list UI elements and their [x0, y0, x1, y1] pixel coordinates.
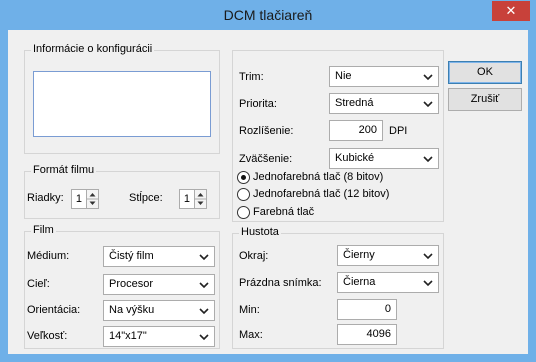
orientation-label: Orientácia: [27, 304, 81, 316]
priority-value: Stredná [335, 97, 374, 109]
film-format-group: Formát filmu Riadky: 1 Stĺpce: 1 [24, 164, 220, 219]
border-value: Čierny [343, 249, 375, 261]
chevron-down-icon [423, 101, 433, 108]
cols-value: 1 [183, 193, 190, 205]
chevron-down-icon [199, 254, 209, 261]
trim-select[interactable]: Nie [329, 66, 439, 87]
resolution-value: 200 [358, 124, 377, 136]
border-label: Okraj: [239, 250, 269, 262]
rows-value: 1 [75, 193, 82, 205]
dialog-body: Informácie o konfigurácii Formát filmu R… [8, 30, 528, 354]
empty-frame-value: Čierna [343, 276, 376, 288]
print-settings-group: Trim: Nie Priorita: Stredná Rozlíšenie: … [232, 50, 444, 222]
film-format-title: Formát filmu [31, 164, 97, 176]
medium-value: Čistý film [109, 250, 154, 262]
chevron-down-icon [199, 334, 209, 341]
chevron-down-icon [199, 282, 209, 289]
color-mode-color-label[interactable]: Farebná tlač [253, 206, 314, 218]
chevron-down-icon [423, 156, 433, 163]
medium-label: Médium: [27, 250, 70, 262]
color-mode-8bit-label[interactable]: Jednofarebná tlač (8 bitov) [253, 171, 383, 183]
film-group: Film Médium: Čistý film Cieľ: Procesor O… [24, 224, 220, 349]
dialog-window: DCM tlačiareň ✕ Informácie o konfiguráci… [0, 0, 536, 362]
rows-input[interactable]: 1 [71, 189, 87, 209]
target-label: Cieľ: [27, 278, 50, 290]
size-label: Veľkosť: [27, 330, 68, 342]
zoom-select[interactable]: Kubické [329, 148, 439, 169]
config-info-group: Informácie o konfigurácii [24, 43, 220, 154]
zoom-value: Kubické [335, 152, 375, 164]
chevron-down-icon [423, 280, 433, 287]
size-select[interactable]: 14"x17" [103, 326, 215, 347]
trim-value: Nie [335, 70, 352, 82]
empty-frame-select[interactable]: Čierna [337, 272, 439, 293]
medium-select[interactable]: Čistý film [103, 246, 215, 267]
close-icon[interactable]: ✕ [492, 1, 530, 21]
target-select[interactable]: Procesor [103, 274, 215, 295]
empty-frame-label: Prázdna snímka: [239, 277, 322, 289]
cancel-button[interactable]: Zrušiť [448, 88, 522, 111]
spin-arrows-icon [87, 193, 98, 205]
rows-label: Riadky: [27, 192, 64, 204]
title-bar[interactable]: DCM tlačiareň ✕ [0, 0, 536, 30]
cols-spin-icon[interactable] [194, 189, 207, 209]
film-title: Film [31, 224, 56, 236]
resolution-unit: DPI [389, 125, 408, 137]
min-label: Min: [239, 304, 260, 316]
config-info-title: Informácie o konfigurácii [31, 43, 155, 55]
resolution-input[interactable]: 200 [329, 120, 383, 141]
rows-spin-icon[interactable] [86, 189, 99, 209]
color-mode-8bit-radio[interactable] [237, 171, 250, 184]
trim-label: Trim: [239, 71, 264, 83]
color-mode-12bit-radio[interactable] [237, 188, 250, 201]
target-value: Procesor [109, 278, 154, 290]
max-value: 4096 [366, 328, 391, 340]
window-title: DCM tlačiareň [223, 7, 313, 23]
border-select[interactable]: Čierny [337, 245, 439, 266]
cols-input[interactable]: 1 [179, 189, 195, 209]
size-value: 14"x17" [109, 330, 147, 342]
chevron-down-icon [423, 74, 433, 81]
orientation-select[interactable]: Na výšku [103, 300, 215, 321]
zoom-label: Zväčšenie: [239, 153, 293, 165]
min-input[interactable]: 0 [337, 299, 397, 320]
spin-arrows-icon [195, 193, 206, 205]
min-value: 0 [384, 303, 391, 315]
color-mode-color-radio[interactable] [237, 206, 250, 219]
color-mode-12bit-label[interactable]: Jednofarebná tlač (12 bitov) [253, 188, 389, 200]
density-group: Hustota Okraj: Čierny Prázdna snímka: Či… [232, 226, 444, 349]
priority-label: Priorita: [239, 98, 277, 110]
max-label: Max: [239, 329, 263, 341]
cols-label: Stĺpce: [129, 192, 163, 204]
chevron-down-icon [423, 253, 433, 260]
density-title: Hustota [239, 226, 281, 238]
ok-button[interactable]: OK [448, 61, 522, 84]
config-info-text[interactable] [33, 71, 211, 137]
orientation-value: Na výšku [109, 304, 155, 316]
max-input[interactable]: 4096 [337, 324, 397, 345]
chevron-down-icon [199, 308, 209, 315]
priority-select[interactable]: Stredná [329, 93, 439, 114]
resolution-label: Rozlíšenie: [239, 125, 294, 137]
